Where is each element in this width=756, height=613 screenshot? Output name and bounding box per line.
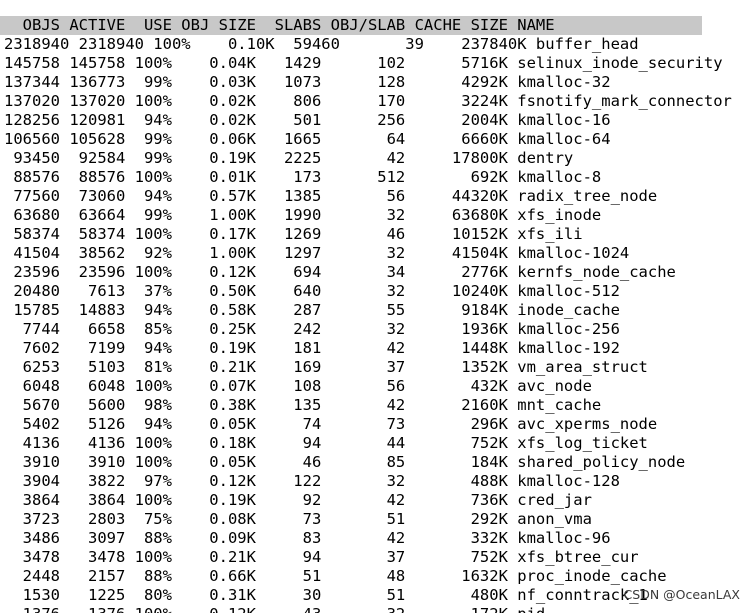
slab-row: 5402 5126 94% 0.05K 74 73 296K avc_xperm… <box>4 415 658 433</box>
slab-row: 2318940 2318940 100% 0.10K 59460 39 2378… <box>4 35 639 53</box>
terminal-output: OBJS ACTIVE USE OBJ SIZE SLABS OBJ/SLAB … <box>0 0 756 613</box>
slab-row: 3486 3097 88% 0.09K 83 42 332K kmalloc-9… <box>4 529 611 547</box>
slab-row: 137344 136773 99% 0.03K 1073 128 4292K k… <box>4 73 611 91</box>
slab-row: 63680 63664 99% 1.00K 1990 32 63680K xfs… <box>4 206 602 224</box>
slab-row: 128256 120981 94% 0.02K 501 256 2004K km… <box>4 111 611 129</box>
slab-row: 7602 7199 94% 0.19K 181 42 1448K kmalloc… <box>4 339 620 357</box>
slab-row: 20480 7613 37% 0.50K 640 32 10240K kmall… <box>4 282 620 300</box>
slab-row: 7744 6658 85% 0.25K 242 32 1936K kmalloc… <box>4 320 620 338</box>
slab-row: 3723 2803 75% 0.08K 73 51 292K anon_vma <box>4 510 592 528</box>
slab-row: 2448 2157 88% 0.66K 51 48 1632K proc_ino… <box>4 567 667 585</box>
slab-row: 106560 105628 99% 0.06K 1665 64 6660K km… <box>4 130 611 148</box>
slabtop-header-row: OBJS ACTIVE USE OBJ SIZE SLABS OBJ/SLAB … <box>0 16 702 35</box>
slab-row: 3904 3822 97% 0.12K 122 32 488K kmalloc-… <box>4 472 620 490</box>
slab-row: 88576 88576 100% 0.01K 173 512 692K kmal… <box>4 168 602 186</box>
slab-row: 137020 137020 100% 0.02K 806 170 3224K f… <box>4 92 732 110</box>
slab-row: 3864 3864 100% 0.19K 92 42 736K cred_jar <box>4 491 592 509</box>
slab-row: 23596 23596 100% 0.12K 694 34 2776K kern… <box>4 263 676 281</box>
slab-row: 3478 3478 100% 0.21K 94 37 752K xfs_btre… <box>4 548 639 566</box>
slab-row: 58374 58374 100% 0.17K 1269 46 10152K xf… <box>4 225 583 243</box>
slab-row: 4136 4136 100% 0.18K 94 44 752K xfs_log_… <box>4 434 648 452</box>
slab-row: 6048 6048 100% 0.07K 108 56 432K avc_nod… <box>4 377 592 395</box>
csdn-watermark: CSDN @OceanLAX <box>623 587 740 602</box>
slab-row: 145758 145758 100% 0.04K 1429 102 5716K … <box>4 54 723 72</box>
slab-row: 77560 73060 94% 0.57K 1385 56 44320K rad… <box>4 187 658 205</box>
slab-row: 5670 5600 98% 0.38K 135 42 2160K mnt_cac… <box>4 396 602 414</box>
slab-row: 41504 38562 92% 1.00K 1297 32 41504K kma… <box>4 244 630 262</box>
slab-row: 93450 92584 99% 0.19K 2225 42 17800K den… <box>4 149 574 167</box>
slab-row: 1376 1376 100% 0.12K 43 32 172K pid <box>0 605 756 613</box>
slab-row: 3910 3910 100% 0.05K 46 85 184K shared_p… <box>4 453 686 471</box>
slab-row: 15785 14883 94% 0.58K 287 55 9184K inode… <box>4 301 620 319</box>
slab-row: 6253 5103 81% 0.21K 169 37 1352K vm_area… <box>4 358 648 376</box>
